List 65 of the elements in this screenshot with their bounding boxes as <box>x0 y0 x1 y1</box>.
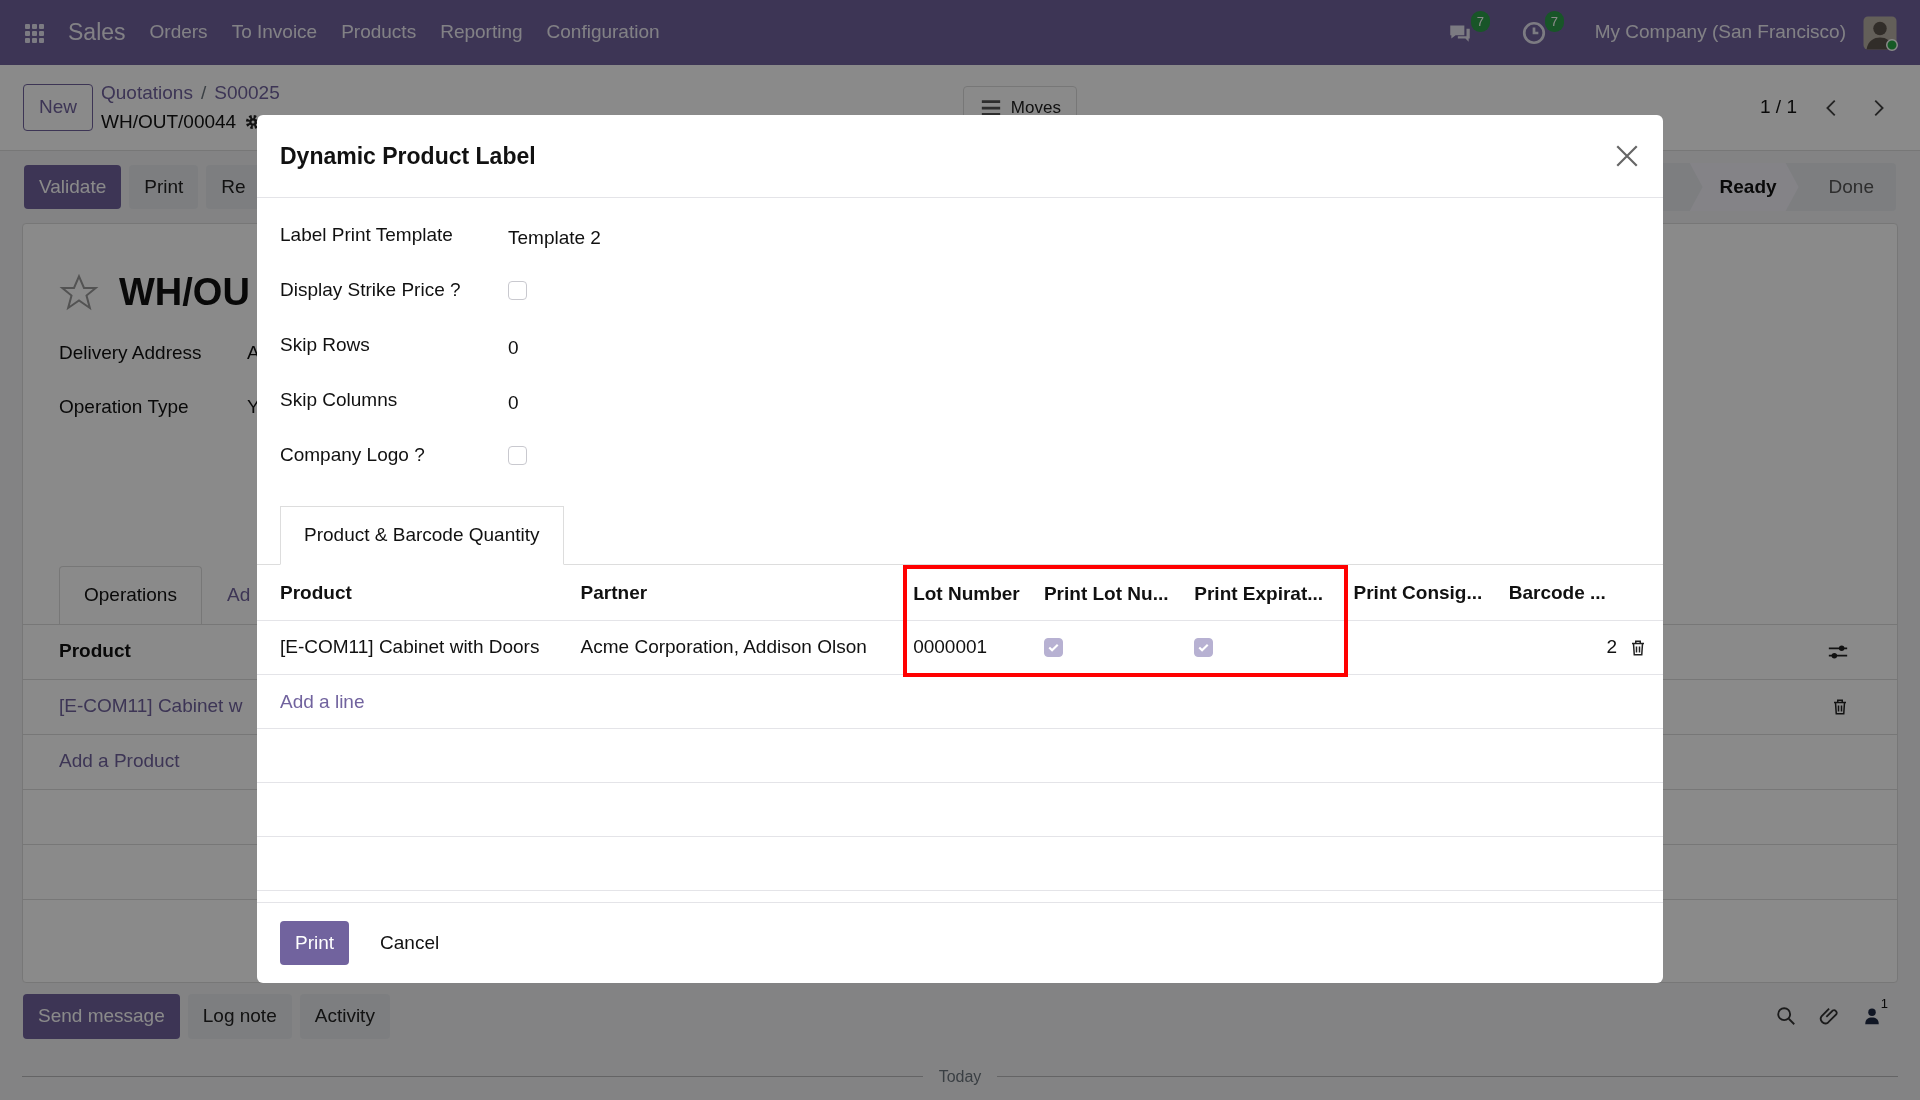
field-label: Skip Columns <box>280 388 399 413</box>
field-value: Template 2 <box>508 226 601 251</box>
breadcrumb-link[interactable]: S00025 <box>214 79 280 108</box>
record-title: WH/OU <box>119 270 250 315</box>
checkbox[interactable] <box>508 281 527 300</box>
field-value: 0 <box>508 336 519 361</box>
table-cell: [E-COM11] Cabinet with Doors <box>257 620 575 675</box>
message-count-badge: 7 <box>1470 10 1490 32</box>
dialog-title: Dynamic Product Label <box>280 141 536 171</box>
field-label: Label Print Template <box>280 223 454 248</box>
column-header[interactable]: Print Lot Nu... <box>1037 566 1189 621</box>
add-product-link[interactable]: Add a Product <box>59 747 180 776</box>
chatter-button[interactable]: Send message <box>23 994 180 1039</box>
breadcrumb-separator: / <box>200 81 207 105</box>
dialog-tab[interactable]: Product & Barcode Quantity <box>280 506 564 565</box>
status-step[interactable]: Ready <box>1689 162 1799 212</box>
person-icon[interactable] <box>1862 1006 1881 1027</box>
field-value: 0 <box>508 391 519 416</box>
record-name: WH/OUT/00044 <box>101 109 237 134</box>
field-label: Skip Rows <box>280 333 371 358</box>
column-header[interactable]: Partner <box>574 566 906 621</box>
menu-item[interactable]: Orders <box>149 18 208 47</box>
new-button[interactable]: New <box>23 84 93 131</box>
field-label: Operation Type <box>59 394 190 419</box>
action-button[interactable]: Validate <box>24 164 122 210</box>
form-tab[interactable]: Operations <box>59 566 202 624</box>
action-button[interactable]: Print <box>129 164 199 210</box>
column-header[interactable]: Print Expirat... <box>1188 566 1346 621</box>
pager: 1 / 1 <box>1760 95 1797 120</box>
trash-icon[interactable] <box>1629 638 1647 657</box>
chatter-button[interactable]: Log note <box>187 994 292 1039</box>
column-header[interactable]: Barcode ... <box>1502 566 1623 621</box>
star-icon[interactable] <box>59 272 99 313</box>
close-icon[interactable] <box>1614 143 1640 169</box>
field-label: Display Strike Price ? <box>280 278 462 303</box>
table-cell: 0000001 <box>905 620 1038 675</box>
follower-count: 1 <box>1880 995 1888 1013</box>
column-header[interactable]: Lot Number <box>905 566 1038 621</box>
menu-item[interactable]: Products <box>341 18 417 47</box>
field-label: Delivery Address <box>59 341 203 365</box>
app-name[interactable]: Sales <box>68 15 126 50</box>
avatar-icon[interactable] <box>1862 14 1898 51</box>
add-line-link[interactable]: Add a line <box>280 691 365 712</box>
menu-item[interactable]: To Invoice <box>231 18 318 47</box>
checkbox[interactable] <box>1043 638 1063 657</box>
table-cell: Acme Corporation, Addison Olson <box>574 620 906 675</box>
activity-count-badge: 7 <box>1544 10 1564 32</box>
column-header[interactable]: Product <box>257 566 575 621</box>
clock-icon[interactable] <box>1520 19 1547 46</box>
field-label: Company Logo ? <box>280 443 426 468</box>
menu-item[interactable]: Configuration <box>546 18 660 47</box>
search-icon[interactable] <box>1774 1005 1797 1028</box>
column-header: Product <box>59 639 131 664</box>
dialog-button[interactable]: Print <box>280 920 350 965</box>
date-separator: Today <box>937 1066 983 1087</box>
column-header[interactable]: Print Consig... <box>1345 566 1503 621</box>
checkbox[interactable] <box>1194 638 1214 657</box>
quantity-value: 2 <box>1606 636 1617 658</box>
dialog-button[interactable]: Cancel <box>365 920 455 965</box>
company-name[interactable]: My Company (San Francisco) <box>1594 18 1846 47</box>
breadcrumb-link[interactable]: Quotations <box>101 79 193 108</box>
chatter-button[interactable]: Activity <box>299 994 390 1039</box>
product-link[interactable]: [E-COM11] Cabinet w <box>59 692 243 721</box>
menu-item[interactable]: Reporting <box>440 18 523 47</box>
checkbox[interactable] <box>508 446 527 465</box>
